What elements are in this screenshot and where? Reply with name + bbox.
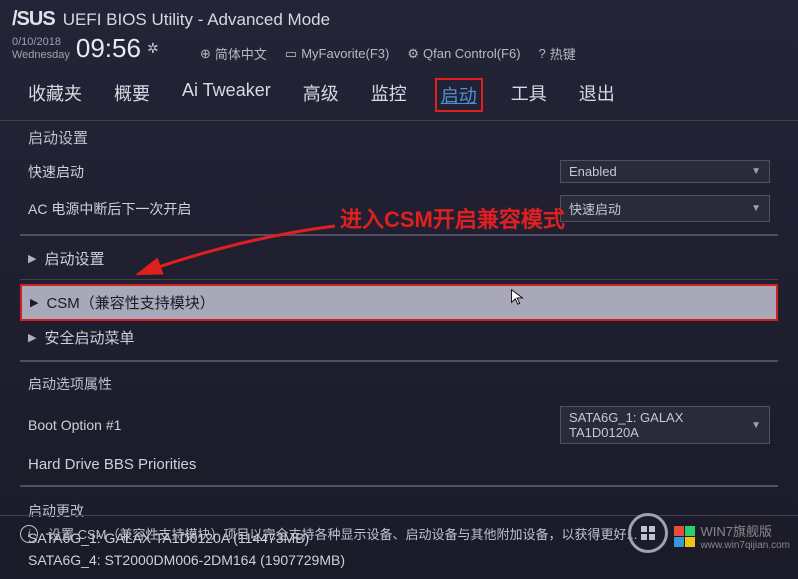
fastboot-value: Enabled	[569, 164, 617, 179]
windows-flag-icon	[674, 526, 695, 547]
help-text: 设置 CSM（兼容性支持模块）项目以完全支持各种显示设备、启动设备与其他附加设备…	[48, 524, 637, 543]
boot-props-header: 启动选项属性	[20, 368, 778, 400]
chevron-down-icon: ▼	[751, 420, 761, 431]
arrow-right-icon: ▶	[28, 331, 36, 344]
hdd-priorities-label: Hard Drive BBS Priorities	[28, 456, 196, 473]
info-icon: i	[20, 525, 38, 543]
arrow-right-icon: ▶	[30, 296, 38, 309]
divider	[20, 360, 778, 362]
language-label: 简体中文	[215, 44, 267, 63]
tab-favorites[interactable]: 收藏夹	[24, 78, 86, 112]
content-area: 快速启动 Enabled ▼ AC 电源中断后下一次开启 快速启动 ▼ ▶ 启动…	[0, 154, 798, 573]
divider	[20, 279, 778, 280]
tab-boot[interactable]: 启动	[435, 78, 483, 112]
section-boot-settings[interactable]: ▶ 启动设置	[20, 242, 778, 275]
tab-tool[interactable]: 工具	[507, 78, 551, 112]
clock-time: 09:56	[76, 33, 141, 64]
boot-settings-label: 启动设置	[44, 248, 104, 269]
tab-main[interactable]: 概要	[110, 78, 154, 112]
boot-option-row: Boot Option #1 SATA6G_1: GALAX TA1D0120A…	[20, 400, 778, 450]
acpower-dropdown[interactable]: 快速启动 ▼	[560, 195, 770, 222]
fastboot-dropdown[interactable]: Enabled ▼	[560, 160, 770, 183]
secure-boot-label: 安全启动菜单	[44, 327, 134, 348]
tab-aitweaker[interactable]: Ai Tweaker	[178, 78, 275, 112]
qfan-label: Qfan Control(F6)	[423, 46, 521, 61]
boot-option-dropdown[interactable]: SATA6G_1: GALAX TA1D0120A ▼	[560, 406, 770, 444]
bios-title: UEFI BIOS Utility - Advanced Mode	[63, 10, 330, 30]
acpower-label: AC 电源中断后下一次开启	[28, 199, 191, 219]
date-text: 0/10/2018	[12, 36, 70, 48]
acpower-value: 快速启动	[569, 199, 621, 218]
csm-label: CSM（兼容性支持模块）	[46, 292, 214, 313]
top-toolbar: ⊕ 简体中文 ▭ MyFavorite(F3) ⚙ Qfan Control(F…	[200, 44, 576, 63]
tab-monitor[interactable]: 监控	[367, 78, 411, 112]
language-selector[interactable]: ⊕ 简体中文	[200, 44, 267, 63]
fastboot-label: 快速启动	[28, 162, 84, 182]
main-tabs: 收藏夹 概要 Ai Tweaker 高级 监控 启动 工具 退出	[0, 68, 798, 121]
drive-entry[interactable]: SATA6G_4: ST2000DM006-2DM164 (1907729MB)	[28, 549, 770, 571]
divider	[20, 234, 778, 236]
acpower-row: AC 电源中断后下一次开启 快速启动 ▼	[20, 189, 778, 228]
chevron-down-icon: ▼	[751, 203, 761, 214]
page-subtitle: 启动设置	[0, 121, 798, 154]
tab-advanced[interactable]: 高级	[299, 78, 343, 112]
section-secure-boot[interactable]: ▶ 安全启动菜单	[20, 321, 778, 354]
folder-icon: ▭	[285, 46, 297, 62]
boot-option-value: SATA6G_1: GALAX TA1D0120A	[569, 410, 751, 440]
fan-icon: ⚙	[407, 46, 419, 62]
arrow-right-icon: ▶	[28, 252, 36, 265]
divider	[20, 485, 778, 487]
boot-option-label: Boot Option #1	[28, 417, 121, 433]
grid-icon	[641, 526, 655, 540]
fastboot-row: 快速启动 Enabled ▼	[20, 154, 778, 189]
chevron-down-icon: ▼	[751, 166, 761, 177]
gear-icon[interactable]: ✲	[147, 40, 159, 57]
qfan-button[interactable]: ⚙ Qfan Control(F6)	[407, 44, 520, 63]
watermark-url: www.win7qijian.com	[701, 540, 790, 551]
favorite-label: MyFavorite(F3)	[301, 46, 389, 61]
watermark: WIN7旗舰版 www.win7qijian.com	[674, 521, 790, 551]
mouse-cursor-icon	[508, 288, 526, 306]
myfavorite-button[interactable]: ▭ MyFavorite(F3)	[285, 44, 389, 63]
globe-icon: ⊕	[200, 46, 211, 62]
brand-logo: /SUS	[12, 8, 55, 31]
tab-exit[interactable]: 退出	[575, 78, 619, 112]
ez-mode-button[interactable]	[628, 513, 668, 553]
weekday-text: Wednesday	[12, 49, 70, 61]
section-csm[interactable]: ▶ CSM（兼容性支持模块）	[20, 284, 778, 321]
hotkey-button[interactable]: ? 热键	[539, 44, 576, 63]
watermark-text: WIN7旗舰版	[701, 521, 790, 540]
date-block: 0/10/2018 Wednesday	[12, 36, 70, 60]
hotkey-label: 热键	[550, 44, 576, 63]
hdd-priorities[interactable]: Hard Drive BBS Priorities	[20, 450, 778, 479]
keyboard-icon: ?	[539, 46, 546, 61]
